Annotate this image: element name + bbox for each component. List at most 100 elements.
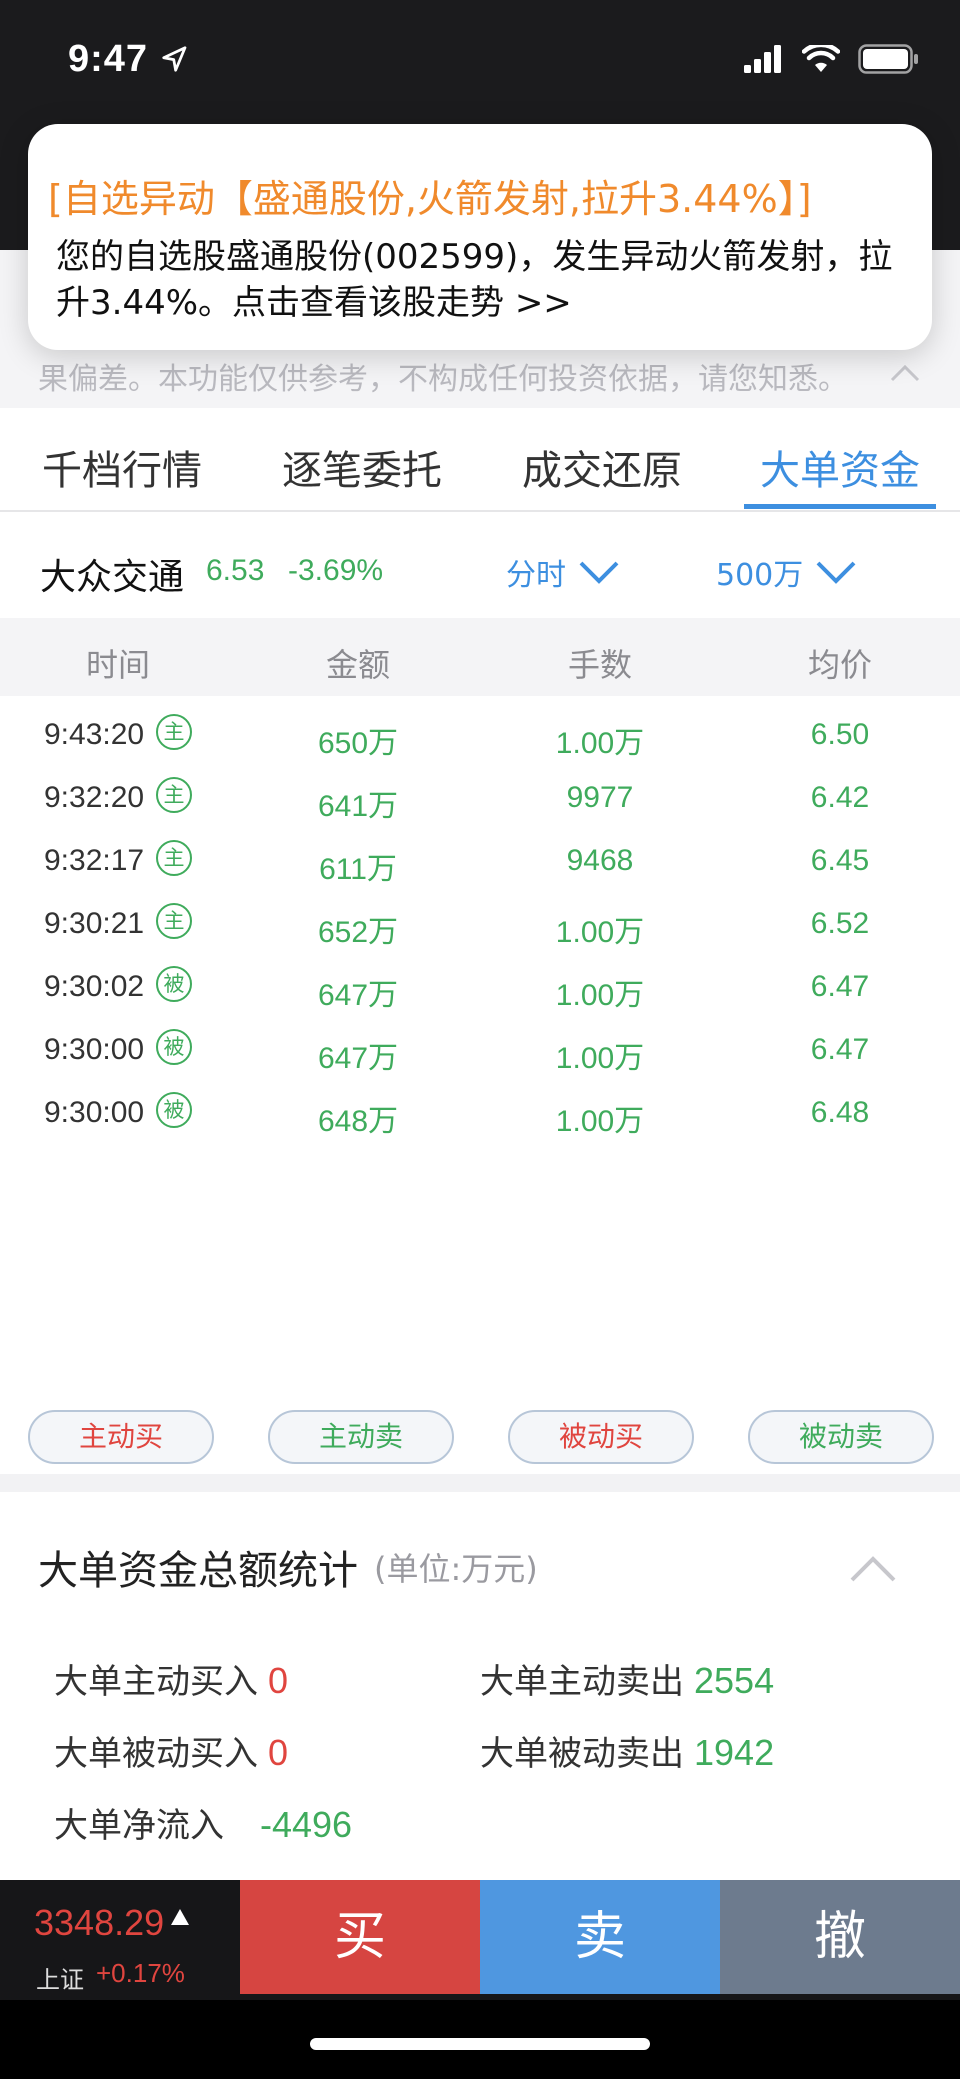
location-arrow-icon (162, 46, 187, 72)
disclaimer-text: 果偏差。本功能仅供参考，不构成任何投资依据，请您知悉。 (38, 362, 848, 397)
stat-value: -4496 (260, 1804, 353, 1845)
index-change: +0.17% (96, 1958, 185, 1988)
row-lots: 9977 (566, 781, 634, 814)
row-lots: 1.00万 (555, 1105, 645, 1138)
column-header-time: 时间 (85, 646, 150, 684)
period-dropdown-value: 分时 (506, 558, 566, 593)
cancel-order-button[interactable]: 撤 (720, 1880, 960, 1994)
row-time: 9:32:17 (44, 844, 145, 877)
tab-large-order-funds[interactable]: 大单资金 (760, 438, 920, 496)
home-indicator[interactable] (310, 2038, 650, 2050)
stat-label: 大单净流入 (54, 1806, 224, 1846)
stat-passive-buy: 大单被动买入 0 (54, 1726, 288, 1775)
tab-thousand-level-quotes[interactable]: 千档行情 (42, 438, 202, 496)
status-icons (744, 44, 920, 74)
row-amount: 647万 (317, 979, 399, 1012)
stat-value: 0 (268, 1732, 289, 1773)
row-time: 9:30:02 (44, 970, 145, 1003)
column-header-avg-price: 均价 (807, 646, 872, 684)
row-amount: 647万 (317, 1042, 399, 1075)
tab-bar: 千档行情 逐笔委托 成交还原 大单资金 (0, 408, 960, 512)
row-avg-price: 6.42 (810, 781, 870, 814)
passive-sell-filter[interactable]: 被动卖 (748, 1410, 934, 1464)
order-type-badge: 主 (156, 714, 192, 750)
stock-info-bar: 大众交通 6.53 -3.69% 分时 500万 (0, 514, 960, 618)
table-row: 9:30:00 被 648万 1.00万 6.48 (0, 1084, 960, 1147)
row-time: 9:43:20 (44, 718, 145, 751)
row-time: 9:30:21 (44, 907, 145, 940)
stat-passive-sell: 大单被动卖出 1942 (480, 1726, 774, 1775)
row-time: 9:30:00 (44, 1033, 145, 1066)
battery-icon (858, 44, 918, 74)
stat-value: 1942 (694, 1732, 775, 1773)
stat-label: 大单被动卖出 (480, 1734, 684, 1774)
stock-name: 大众交通 (40, 557, 185, 598)
stock-change: -3.69% (288, 554, 384, 587)
order-type-badge: 被 (156, 1092, 192, 1128)
row-amount: 650万 (317, 727, 399, 760)
row-time: 9:32:20 (44, 781, 145, 814)
row-avg-price: 6.52 (810, 907, 870, 940)
stat-label: 大单被动买入 (54, 1734, 258, 1774)
passive-buy-filter[interactable]: 被动买 (508, 1410, 694, 1464)
row-avg-price: 6.50 (810, 718, 870, 751)
wifi-icon (802, 45, 840, 72)
index-name: 上证 (36, 1966, 84, 1994)
row-amount: 641万 (317, 790, 399, 823)
active-tab-indicator (744, 504, 936, 509)
chevron-up-icon[interactable] (888, 358, 922, 388)
chevron-down-icon (816, 561, 856, 584)
row-lots: 1.00万 (555, 979, 645, 1012)
stat-label: 大单主动买入 (54, 1662, 258, 1702)
row-amount: 611万 (319, 853, 397, 886)
order-type-badge: 主 (156, 903, 192, 939)
order-type-badge: 被 (156, 966, 192, 1002)
collapse-chevron-icon[interactable] (848, 1554, 898, 1584)
column-header-amount: 金额 (325, 646, 390, 684)
notification-title: [自选异动【盛通股份,火箭发射,拉升3.44%】] (48, 177, 812, 221)
row-time: 9:30:00 (44, 1096, 145, 1129)
tab-trade-replay[interactable]: 成交还原 (522, 438, 682, 496)
stat-label: 大单主动卖出 (480, 1662, 684, 1702)
order-type-badge: 主 (156, 840, 192, 876)
stat-value: 2554 (694, 1660, 775, 1701)
active-sell-filter[interactable]: 主动卖 (268, 1410, 454, 1464)
notification-body: 您的自选股盛通股份(002599)，发生异动火箭发射，拉升3.44%。点击查看该… (56, 237, 893, 323)
threshold-dropdown[interactable]: 500万 (716, 550, 857, 594)
up-triangle-icon (171, 1909, 189, 1925)
row-avg-price: 6.47 (810, 1033, 870, 1066)
row-avg-price: 6.48 (810, 1096, 870, 1129)
status-time: 9:47 (68, 38, 149, 80)
table-row: 9:30:02 被 647万 1.00万 6.47 (0, 958, 960, 1021)
column-header-lots: 手数 (567, 646, 632, 684)
threshold-dropdown-value: 500万 (716, 558, 804, 593)
summary-title: 大单资金总额统计 (38, 1548, 358, 1594)
row-lots: 1.00万 (555, 916, 645, 949)
sell-button[interactable]: 卖 (480, 1880, 720, 1994)
cellular-signal-icon (744, 45, 781, 73)
active-buy-filter[interactable]: 主动买 (28, 1410, 214, 1464)
chevron-down-icon (579, 561, 619, 584)
section-divider (0, 1474, 960, 1492)
row-lots: 1.00万 (555, 727, 645, 760)
order-type-badge: 主 (156, 777, 192, 813)
buy-button[interactable]: 买 (240, 1880, 480, 1994)
stat-value: 0 (268, 1660, 289, 1701)
index-value: 3348.29 (34, 1902, 165, 1943)
row-amount: 652万 (317, 916, 399, 949)
summary-unit: (单位:万元) (374, 1550, 538, 1588)
order-type-badge: 被 (156, 1029, 192, 1065)
row-avg-price: 6.47 (810, 970, 870, 1003)
row-lots: 1.00万 (555, 1042, 645, 1075)
table-header: 时间 金额 手数 均价 (0, 618, 960, 696)
row-lots: 9468 (566, 844, 634, 877)
bottom-trade-bar: 3348.29 上证 +0.17% 买 卖 撤 (0, 1880, 960, 2000)
period-dropdown[interactable]: 分时 (506, 550, 620, 594)
row-avg-price: 6.45 (810, 844, 870, 877)
table-row: 9:32:17 主 611万 9468 6.45 (0, 832, 960, 895)
stat-net-inflow: 大单净流入 -4496 (54, 1798, 352, 1847)
tab-order-by-order[interactable]: 逐笔委托 (282, 438, 442, 496)
table-row: 9:32:20 主 641万 9977 6.42 (0, 769, 960, 832)
row-amount: 648万 (317, 1105, 399, 1138)
stock-alert-notification[interactable]: [自选异动【盛通股份,火箭发射,拉升3.44%】] 您的自选股盛通股份(0025… (28, 124, 932, 350)
